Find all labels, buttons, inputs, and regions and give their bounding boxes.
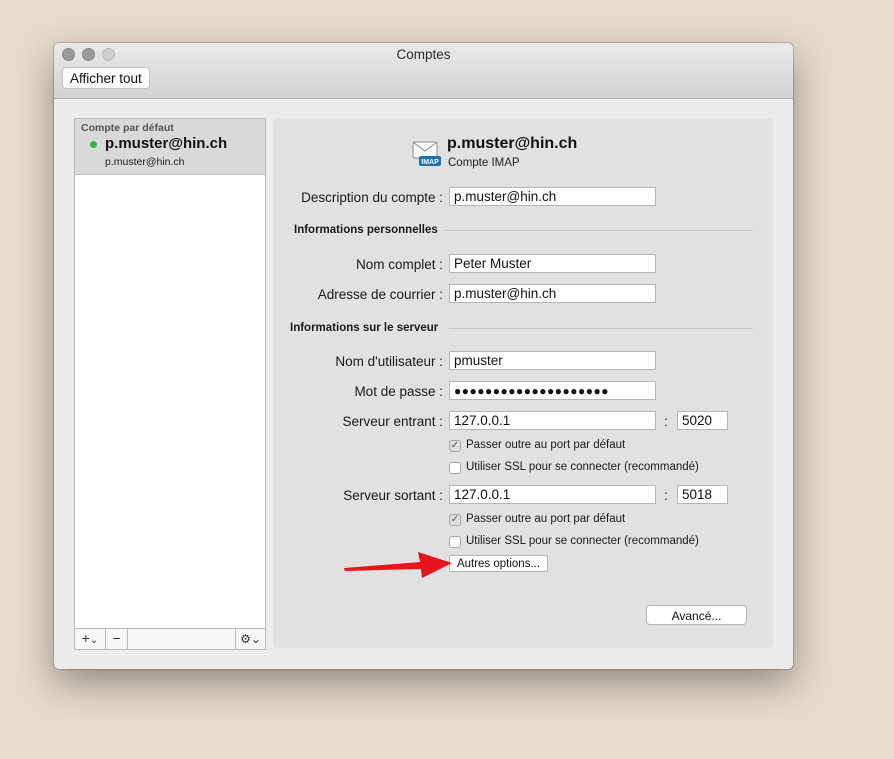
username-field[interactable] <box>449 351 656 370</box>
account-email: p.muster@hin.ch <box>105 156 185 168</box>
default-account-group-label: Compte par défaut <box>81 122 174 134</box>
minus-icon: − <box>112 630 121 646</box>
checkbox-checked-icon: ✓ <box>449 514 461 526</box>
account-status-dot <box>90 141 97 148</box>
window-title: Comptes <box>396 47 451 62</box>
password-label: Mot de passe : <box>354 384 443 399</box>
outgoing-override-port-label: Passer outre au port par défaut <box>466 513 626 525</box>
incoming-override-port-label: Passer outre au port par défaut <box>466 439 626 451</box>
gear-icon: ⚙⌄ <box>240 632 261 646</box>
username-label: Nom d'utilisateur : <box>335 354 443 369</box>
checkbox-checked-icon: ✓ <box>449 440 461 452</box>
show-all-button[interactable]: Afficher tout <box>62 67 150 89</box>
red-arrow-annotation-icon <box>344 552 452 578</box>
outgoing-override-port-checkbox[interactable]: ✓ Passer outre au port par défaut <box>449 513 729 529</box>
advanced-button[interactable]: Avancé... <box>646 605 747 625</box>
server-info-heading: Informations sur le serveur <box>290 322 439 334</box>
outgoing-ssl-checkbox[interactable]: Utiliser SSL pour se connecter (recomman… <box>449 535 729 551</box>
outgoing-server-field[interactable] <box>449 485 656 504</box>
sidebar-toolbar: +⌄ − ⚙⌄ <box>75 628 265 649</box>
incoming-ssl-label: Utiliser SSL pour se connecter (recomman… <box>466 461 699 473</box>
account-name: p.muster@hin.ch <box>105 135 228 152</box>
password-field[interactable]: ●●●●●●●●●●●●●●●●●●●● <box>449 381 656 400</box>
title-bar: Comptes Afficher tout <box>54 43 793 99</box>
mail-envelope-icon: IMAP <box>412 141 441 166</box>
remove-account-button[interactable]: − <box>106 629 128 649</box>
incoming-override-port-checkbox[interactable]: ✓ Passer outre au port par défaut <box>449 439 729 455</box>
full-name-field[interactable] <box>449 254 656 273</box>
email-address-label: Adresse de courrier : <box>317 287 443 302</box>
description-field[interactable] <box>449 187 656 206</box>
incoming-server-label: Serveur entrant : <box>342 414 443 429</box>
accounts-sidebar: Compte par défaut p.muster@hin.ch p.must… <box>74 118 266 650</box>
imap-badge-text: IMAP <box>421 159 439 166</box>
incoming-server-field[interactable] <box>449 411 656 430</box>
chevron-down-icon: ⌄ <box>89 635 99 646</box>
outgoing-port-field[interactable] <box>677 485 728 504</box>
personal-info-heading: Informations personnelles <box>294 224 438 236</box>
email-address-field[interactable] <box>449 284 656 303</box>
incoming-port-field[interactable] <box>677 411 728 430</box>
outgoing-ssl-label: Utiliser SSL pour se connecter (recomman… <box>466 535 699 547</box>
outgoing-port-separator: : <box>664 488 668 503</box>
account-actions-button[interactable]: ⚙⌄ <box>235 629 265 649</box>
personal-info-divider <box>445 230 753 231</box>
incoming-port-separator: : <box>664 414 668 429</box>
plus-icon: + <box>81 630 90 646</box>
account-type: Compte IMAP <box>448 157 520 169</box>
outgoing-server-label: Serveur sortant : <box>343 488 443 503</box>
add-account-button[interactable]: +⌄ <box>75 629 106 649</box>
checkbox-unchecked-icon <box>449 462 461 474</box>
server-info-divider <box>449 328 753 329</box>
account-list-item[interactable]: Compte par défaut p.muster@hin.ch p.must… <box>75 119 265 175</box>
description-label: Description du compte : <box>301 190 443 205</box>
full-name-label: Nom complet : <box>355 257 443 272</box>
account-header-email: p.muster@hin.ch <box>447 135 578 152</box>
more-options-button[interactable]: Autres options... <box>449 555 548 572</box>
incoming-ssl-checkbox[interactable]: Utiliser SSL pour se connecter (recomman… <box>449 461 729 477</box>
